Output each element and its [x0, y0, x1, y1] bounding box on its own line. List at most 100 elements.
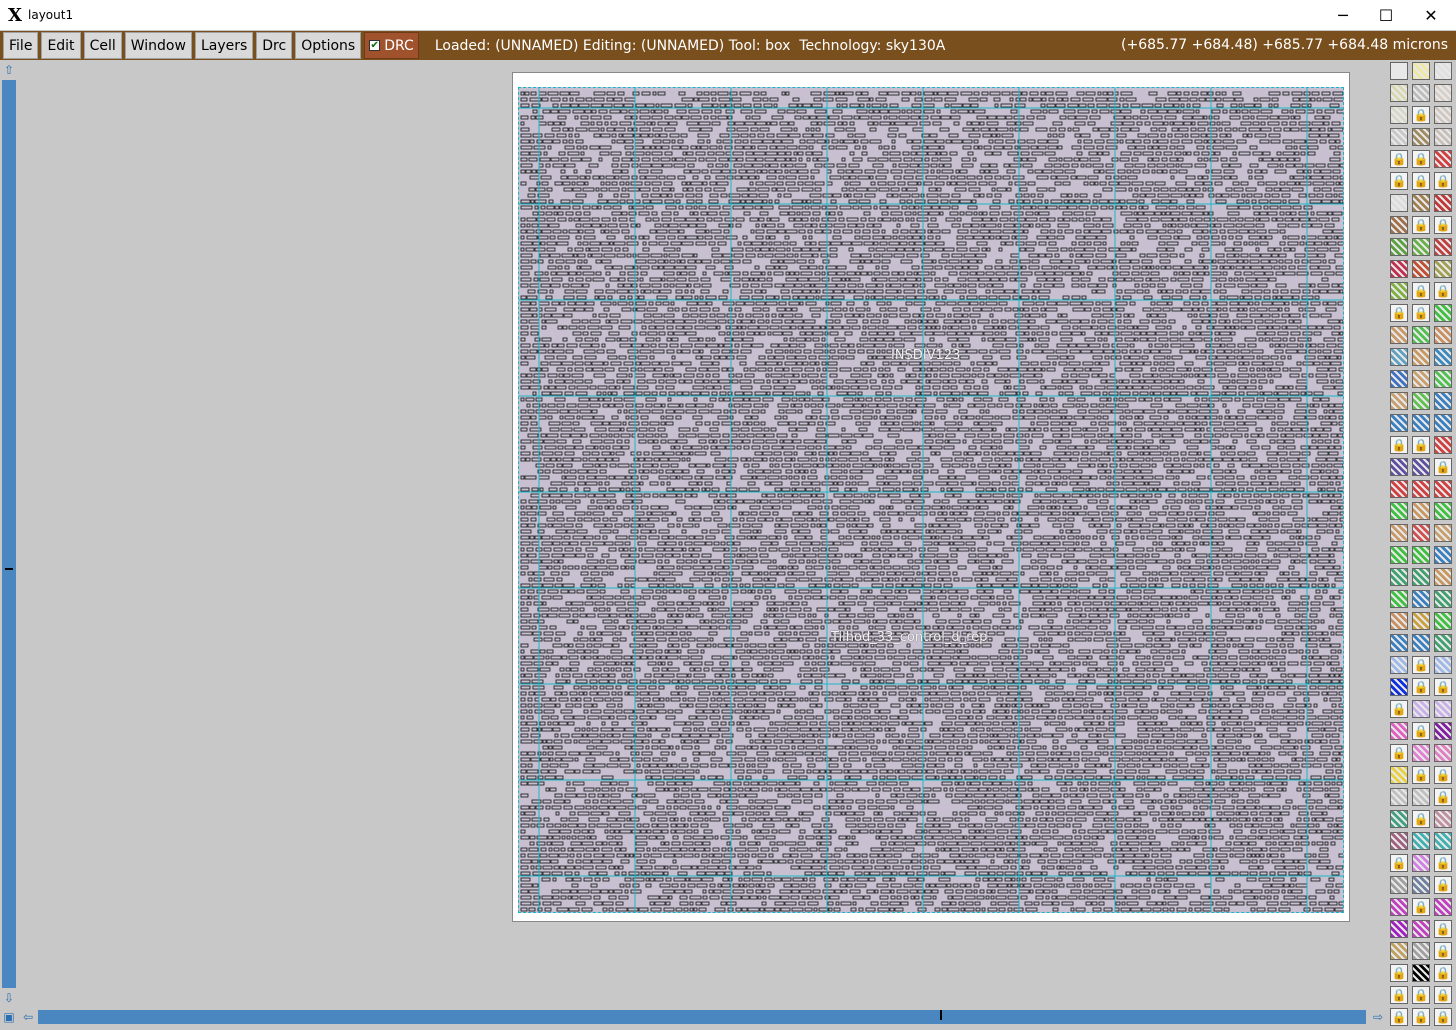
menu-edit[interactable]: Edit [41, 32, 81, 59]
layout-shape [1091, 373, 1099, 378]
layout-shape [582, 241, 589, 246]
layout-shape [1249, 367, 1255, 372]
layout-shape [960, 415, 967, 420]
layout-shape [639, 277, 644, 282]
layout-shape [764, 157, 776, 162]
layout-shape [1059, 355, 1068, 360]
layout-shape [1076, 151, 1083, 156]
vertical-scroll-trough[interactable] [2, 80, 16, 988]
layout-shape [1310, 97, 1316, 102]
layout-shape [582, 451, 591, 456]
layout-shape [736, 127, 749, 132]
layout-shape [869, 127, 877, 132]
layout-shape [959, 211, 965, 216]
layout-shape [833, 223, 846, 228]
cell-bounding-box[interactable]: INSDIV123 Tilhod_33_control_d_rep [512, 72, 1350, 922]
vertical-scroll-thumb[interactable] [5, 568, 13, 570]
layout-shape [1019, 457, 1024, 462]
layout-shape [853, 367, 862, 372]
close-button[interactable]: ✕ [1408, 0, 1454, 30]
drc-checkbox[interactable]: ✔ [369, 40, 381, 51]
layout-shape [1074, 121, 1086, 126]
layout-shape [731, 379, 739, 384]
layout-shape [1279, 457, 1286, 462]
layout-shape [924, 415, 933, 420]
layout-shape [694, 451, 707, 456]
layout-shape [1108, 391, 1119, 396]
minimize-button[interactable]: ─ [1320, 0, 1366, 30]
layout-shape [638, 439, 647, 444]
layout-shape [786, 109, 796, 114]
layout-shape [1098, 277, 1106, 282]
layout-shape [1067, 355, 1075, 360]
chip-layout[interactable]: INSDIV123 Tilhod_33_control_d_rep [518, 87, 1344, 913]
layout-shape [884, 367, 891, 372]
menu-cell[interactable]: Cell [83, 32, 122, 59]
layout-shape [687, 187, 694, 192]
layout-shape [810, 169, 820, 174]
layout-shape [638, 409, 651, 414]
layout-shape [1182, 343, 1195, 348]
layout-shape [1268, 103, 1273, 108]
layout-shape [1062, 379, 1068, 384]
layout-shape [598, 313, 608, 318]
layout-shape [878, 187, 890, 192]
layout-shape [1282, 91, 1290, 96]
layout-shape [827, 433, 840, 438]
layout-shape [777, 403, 789, 408]
layout-shape [1307, 145, 1319, 150]
layout-shape [930, 115, 941, 120]
layout-shape [533, 277, 539, 282]
layout-shape [529, 349, 538, 354]
layout-shape [709, 427, 719, 432]
layout-shape [1223, 265, 1231, 270]
layout-shape [582, 283, 590, 288]
layout-shape [1201, 247, 1210, 252]
layout-shape [1079, 325, 1092, 330]
layout-shape [829, 211, 836, 216]
menu-options[interactable]: Options [295, 32, 362, 59]
layout-shape [1141, 355, 1149, 360]
menu-drc[interactable]: Drc [256, 32, 293, 59]
maximize-button[interactable]: ☐ [1363, 0, 1409, 30]
layout-shape [610, 121, 618, 126]
layout-shape [616, 289, 629, 294]
layout-shape [1261, 169, 1268, 174]
vertical-scrollbar[interactable]: ⇧ ⇩ [0, 60, 18, 1008]
layout-shape [801, 463, 812, 468]
layout-shape [1252, 121, 1260, 126]
layout-shape [627, 277, 639, 282]
layout-shape [590, 121, 595, 126]
layout-shape [602, 403, 609, 408]
layout-shape [1099, 397, 1108, 402]
layout-shape [1075, 253, 1082, 258]
layout-shape [1070, 97, 1081, 102]
layout-shape [1115, 355, 1122, 360]
layout-shape [651, 181, 662, 186]
layout-shape [1160, 427, 1172, 432]
menu-window[interactable]: Window [124, 32, 192, 59]
layout-shape [931, 205, 940, 210]
layout-shape [936, 397, 945, 402]
layout-shape [1200, 439, 1209, 444]
layout-shape [1042, 109, 1048, 114]
layout-shape [1033, 289, 1039, 294]
layout-shape [899, 277, 906, 282]
layout-shape [1157, 313, 1167, 318]
drc-toggle[interactable]: ✔ DRC [364, 32, 419, 59]
layout-shape [1194, 217, 1203, 222]
layout-shape [939, 193, 950, 198]
layout-canvas[interactable]: INSDIV123 Tilhod_33_control_d_rep [18, 60, 1386, 1008]
layout-shape [952, 307, 962, 312]
layout-shape [894, 385, 903, 390]
scroll-down-icon[interactable]: ⇩ [1, 990, 17, 1006]
layout-shape [1094, 181, 1099, 186]
layout-shape [1083, 145, 1095, 150]
layout-shape [621, 307, 632, 312]
layout-shape [1048, 109, 1059, 114]
scroll-up-icon[interactable]: ⇧ [1, 62, 17, 78]
menu-file[interactable]: File [3, 32, 39, 59]
menu-layers[interactable]: Layers [194, 32, 254, 59]
layout-shape [776, 307, 786, 312]
layout-shape [1281, 193, 1291, 198]
